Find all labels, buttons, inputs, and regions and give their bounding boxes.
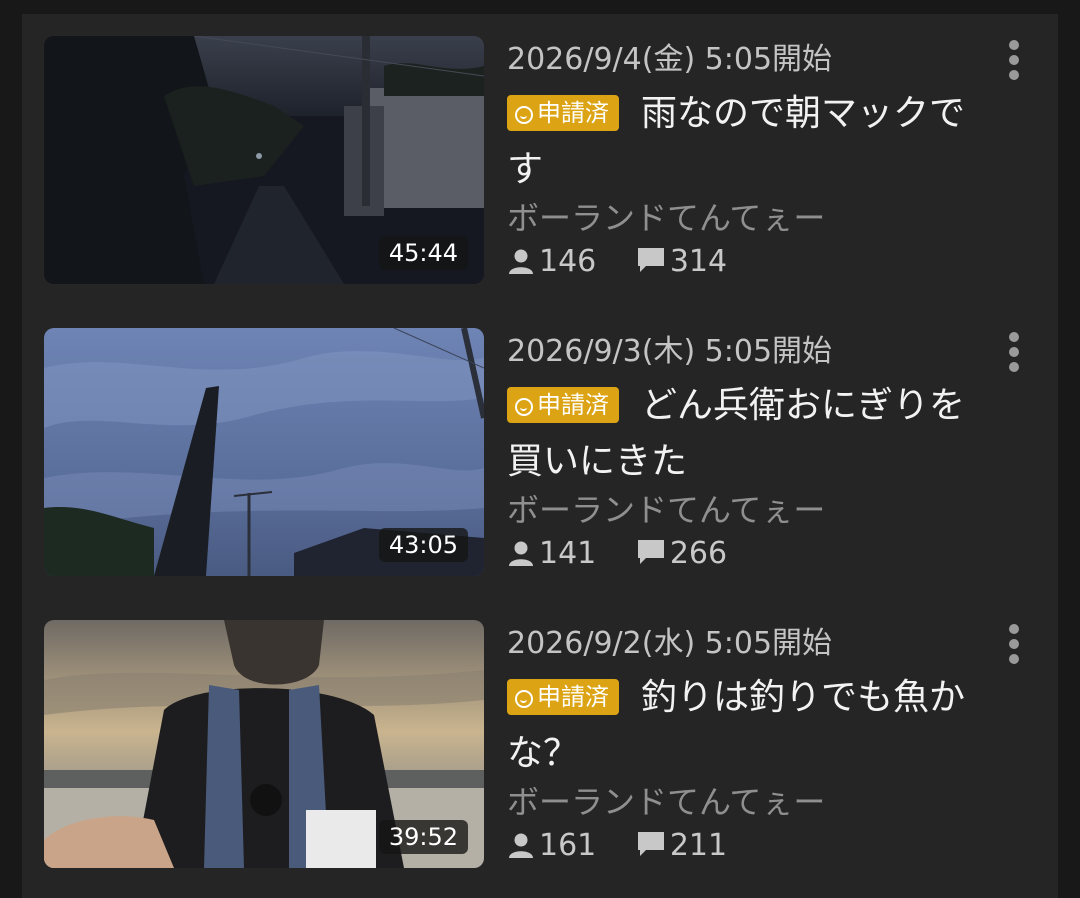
video-card[interactable]: 43:05 2026/9/3(木) 5:05開始 申請済 どん兵衛おにぎりを買いに… xyxy=(22,306,1058,576)
comment-count: 266 xyxy=(636,534,727,574)
comment-count: 314 xyxy=(636,242,727,282)
applied-badge: 申請済 xyxy=(507,679,619,715)
channel-name[interactable]: ボーランドてんてぇー xyxy=(507,782,825,822)
smile-icon xyxy=(515,690,533,708)
person-icon xyxy=(509,541,533,566)
smile-icon xyxy=(515,398,533,416)
video-thumbnail[interactable]: 45:44 xyxy=(44,36,484,284)
more-vert-icon[interactable] xyxy=(1002,624,1026,668)
video-duration: 39:52 xyxy=(378,820,468,854)
badge-label: 申請済 xyxy=(537,391,609,419)
video-title[interactable]: 申請済 どん兵衛おにぎりを買いにきた xyxy=(507,378,997,490)
comment-icon xyxy=(637,832,664,856)
viewer-count-value: 141 xyxy=(539,536,597,571)
smile-icon xyxy=(515,106,533,124)
more-vert-icon[interactable] xyxy=(1002,40,1026,84)
video-card[interactable]: 39:52 2026/9/2(水) 5:05開始 申請済 釣りは釣りでも魚かな？ … xyxy=(22,598,1058,868)
video-thumbnail[interactable]: 43:05 xyxy=(44,328,484,576)
comment-count-value: 211 xyxy=(669,828,728,863)
channel-name[interactable]: ボーランドてんてぇー xyxy=(507,490,825,530)
comment-count-value: 266 xyxy=(669,536,728,571)
applied-badge: 申請済 xyxy=(507,387,619,423)
channel-name[interactable]: ボーランドてんてぇー xyxy=(507,198,825,238)
video-stats: 161 211 xyxy=(507,826,757,866)
comment-count: 211 xyxy=(636,826,727,866)
viewer-count-value: 146 xyxy=(539,244,597,279)
video-title[interactable]: 申請済 雨なので朝マックです xyxy=(507,86,997,198)
video-title[interactable]: 申請済 釣りは釣りでも魚かな？ xyxy=(507,670,997,782)
badge-label: 申請済 xyxy=(537,683,609,711)
video-thumbnail[interactable]: 39:52 xyxy=(44,620,484,868)
video-start-date: 2026/9/2(水) 5:05開始 xyxy=(507,626,833,661)
badge-label: 申請済 xyxy=(537,99,609,127)
video-duration: 43:05 xyxy=(378,528,468,562)
viewer-count: 146 xyxy=(507,242,596,282)
viewer-count: 141 xyxy=(507,534,596,574)
comment-count-value: 314 xyxy=(669,244,728,279)
video-stats: 146 314 xyxy=(507,242,757,282)
viewer-count: 161 xyxy=(507,826,596,866)
person-icon xyxy=(509,833,533,858)
video-start-date: 2026/9/3(木) 5:05開始 xyxy=(507,334,833,369)
viewer-count-value: 161 xyxy=(539,828,597,863)
applied-badge: 申請済 xyxy=(507,95,619,131)
comment-icon xyxy=(637,248,664,272)
more-vert-icon[interactable] xyxy=(1002,332,1026,376)
person-icon xyxy=(509,249,533,274)
comment-icon xyxy=(637,540,664,564)
video-list: 45:44 2026/9/4(金) 5:05開始 申請済 雨なので朝マックです ボ… xyxy=(22,14,1058,898)
video-duration: 45:44 xyxy=(378,236,468,270)
video-card[interactable]: 45:44 2026/9/4(金) 5:05開始 申請済 雨なので朝マックです ボ… xyxy=(22,14,1058,284)
video-stats: 141 266 xyxy=(507,534,757,574)
video-start-date: 2026/9/4(金) 5:05開始 xyxy=(507,42,833,77)
